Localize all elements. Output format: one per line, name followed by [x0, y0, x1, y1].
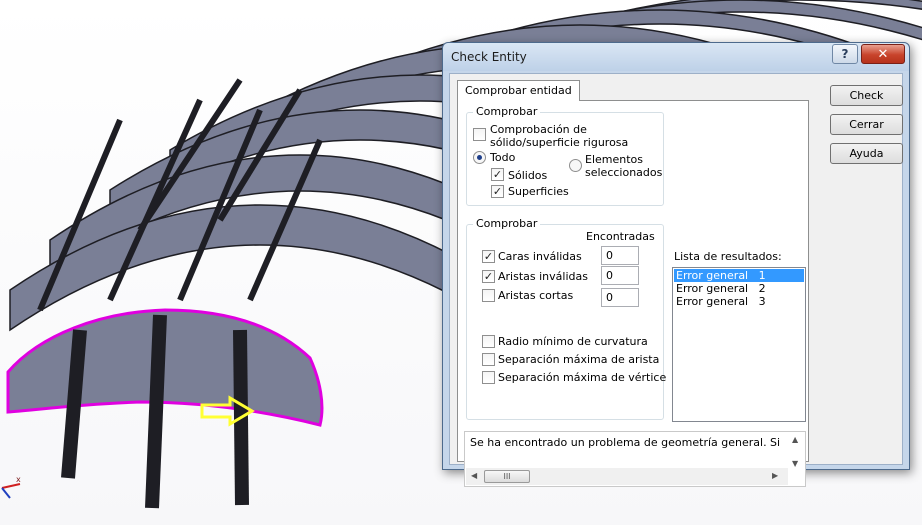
svg-text:x: x [16, 475, 21, 484]
close-icon: ✕ [877, 46, 889, 62]
invalid-faces-count: 0 [601, 246, 639, 265]
help-icon: ? [841, 47, 849, 61]
found-header: Encontradas [586, 230, 655, 243]
close-button[interactable]: Cerrar [830, 114, 903, 135]
all-radio[interactable] [473, 151, 486, 164]
scroll-up-icon[interactable]: ▲ [792, 435, 798, 444]
surfaces-checkbox[interactable]: ✓ [491, 185, 504, 198]
scroll-right-icon[interactable]: ▶ [772, 471, 778, 480]
scroll-left-icon[interactable]: ◀ [471, 471, 477, 480]
results-list[interactable]: Error general 1 Error general 2 Error ge… [672, 267, 806, 422]
tab-comprobar-entidad[interactable]: Comprobar entidad [457, 80, 580, 101]
solids-label: Sólidos [508, 169, 548, 182]
results-label: Lista de resultados: [674, 250, 782, 263]
min-curvature-checkbox[interactable] [482, 335, 495, 348]
check-entity-dialog: Check Entity ? ✕ Comprobar entidad Compr… [442, 42, 910, 487]
invalid-faces-checkbox[interactable]: ✓ [482, 250, 495, 263]
selected-elements-label-1: Elementos [585, 153, 644, 166]
close-button-label: Cerrar [849, 118, 884, 131]
short-edges-count: 0 [601, 288, 639, 307]
solids-checkbox[interactable]: ✓ [491, 168, 504, 181]
dialog-title: Check Entity [451, 50, 527, 64]
list-item[interactable]: Error general 1 [674, 269, 804, 282]
list-item[interactable]: Error general 3 [674, 295, 804, 308]
check-button-label: Check [849, 89, 884, 102]
tab-label: Comprobar entidad [465, 84, 572, 97]
invalid-edges-checkbox[interactable]: ✓ [482, 270, 495, 283]
vertical-scrollbar[interactable]: ▲ ▼ [788, 433, 804, 469]
max-edge-gap-checkbox[interactable] [482, 353, 495, 366]
min-curvature-label: Radio mínimo de curvatura [498, 335, 648, 348]
selected-elements-radio[interactable] [569, 159, 582, 172]
title-help-button[interactable]: ? [832, 44, 858, 64]
max-edge-gap-label: Separación máxima de arista [498, 353, 660, 366]
help-button[interactable]: Ayuda [830, 143, 903, 164]
max-vertex-gap-label: Separación máxima de vértice [498, 371, 667, 384]
strict-check-label-1: Comprobación de [490, 123, 587, 136]
message-box[interactable]: Se ha encontrado un problema de geometrí… [464, 431, 806, 487]
help-button-label: Ayuda [849, 147, 884, 160]
strict-check-label-2: sólido/superficie rigurosa [490, 136, 629, 149]
strict-check-checkbox[interactable] [473, 128, 486, 141]
check-items-group: Comprobar Encontradas ✓ Caras inválidas … [466, 217, 667, 420]
all-label: Todo [490, 151, 516, 164]
invalid-edges-count: 0 [601, 266, 639, 285]
short-edges-label: Aristas cortas [498, 289, 574, 302]
selected-elements-label-2: seleccionados [585, 166, 663, 179]
tab-page: Comprobar Comprobación de sólido/superfi… [457, 100, 809, 487]
check-button[interactable]: Check [830, 85, 903, 106]
check-options-group: Comprobar Comprobación de sólido/superfi… [466, 105, 664, 206]
max-vertex-gap-checkbox[interactable] [482, 371, 495, 384]
dialog-titlebar[interactable]: Check Entity ? ✕ [443, 43, 909, 71]
invalid-edges-label: Aristas inválidas [498, 270, 588, 283]
post [145, 314, 167, 509]
group-legend: Comprobar [473, 105, 541, 118]
scroll-grip: III [503, 472, 511, 481]
horizontal-scrollbar[interactable]: ◀ III ▶ [466, 468, 788, 485]
short-edges-checkbox[interactable] [482, 289, 495, 302]
dialog-client: Comprobar entidad Comprobar Comprobación… [449, 73, 903, 487]
scroll-down-icon[interactable]: ▼ [792, 459, 798, 468]
surfaces-label: Superficies [508, 185, 569, 198]
scroll-thumb[interactable]: III [484, 470, 530, 483]
list-item[interactable]: Error general 2 [674, 282, 804, 295]
invalid-faces-label: Caras inválidas [498, 250, 582, 263]
message-text: Se ha encontrado un problema de geometrí… [470, 436, 780, 449]
title-close-button[interactable]: ✕ [861, 44, 905, 64]
group-legend-2: Comprobar [473, 217, 541, 230]
